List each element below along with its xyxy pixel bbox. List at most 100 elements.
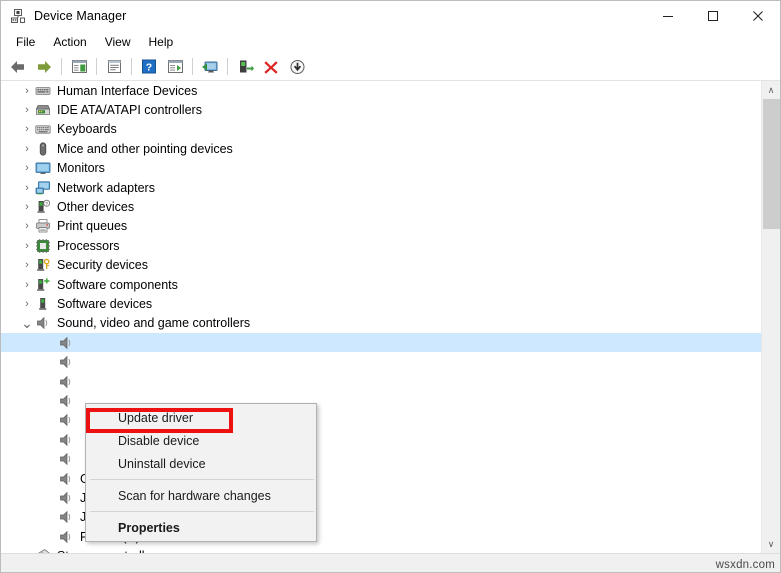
sound-controller-icon xyxy=(35,315,51,331)
console-tree-button[interactable] xyxy=(67,56,91,78)
minimize-button[interactable] xyxy=(645,1,690,31)
window-controls xyxy=(645,1,780,31)
other-device-icon: ? xyxy=(35,199,51,215)
tree-item-label: Security devices xyxy=(57,257,148,273)
tree-item-processors[interactable]: › Processors xyxy=(1,236,761,255)
chevron-right-icon[interactable]: › xyxy=(19,240,35,252)
tree-item-label: Network adapters xyxy=(57,180,155,196)
vertical-scrollbar[interactable]: ∧ ∨ xyxy=(761,81,780,553)
tree-item-monitors[interactable]: › Monitors xyxy=(1,159,761,178)
enable-device-button[interactable] xyxy=(233,56,257,78)
tree-item-label: Software devices xyxy=(57,296,152,312)
properties-button[interactable] xyxy=(102,56,126,78)
tree-item-sound-video-and-game-controllers[interactable]: ⌄ Sound, video and game controllers xyxy=(1,314,761,333)
scroll-up-arrow-icon[interactable]: ∧ xyxy=(762,81,780,99)
hid-icon xyxy=(35,83,51,99)
update-driver-toolbar-button[interactable] xyxy=(163,56,187,78)
chevron-right-icon[interactable]: › xyxy=(19,220,35,232)
tree-item-security-devices[interactable]: › Security devices xyxy=(1,256,761,275)
ctx-properties[interactable]: Properties xyxy=(86,516,316,539)
menu-file[interactable]: File xyxy=(7,33,44,51)
uninstall-device-button[interactable] xyxy=(259,56,283,78)
tree-item-ide-ata-atapi-controllers[interactable]: › IDE ATA/ATAPI controllers xyxy=(1,100,761,119)
ctx-disable-device[interactable]: Disable device xyxy=(86,429,316,452)
printer-icon xyxy=(35,218,51,234)
tree-item-mice-and-other-pointing-devices[interactable]: › Mice and other pointing devices xyxy=(1,139,761,158)
context-menu-separator xyxy=(90,511,314,512)
toolbar-separator xyxy=(131,58,132,75)
watermark: wsxdn.com xyxy=(716,559,775,571)
chevron-right-icon[interactable]: › xyxy=(19,182,35,194)
tree-item-label: Print queues xyxy=(57,218,127,234)
tree-item-label: Other devices xyxy=(57,199,134,215)
forward-button[interactable] xyxy=(32,56,56,78)
device-tree-content: › Human Interface Devices › xyxy=(1,81,780,553)
tree-item-label: Processors xyxy=(57,238,120,254)
speaker-icon xyxy=(58,451,74,467)
speaker-icon xyxy=(58,490,74,506)
menu-view[interactable]: View xyxy=(96,33,140,51)
chevron-right-icon[interactable]: › xyxy=(19,85,35,97)
menu-action[interactable]: Action xyxy=(44,33,95,51)
speaker-icon xyxy=(58,529,74,545)
tree-child-row[interactable] xyxy=(1,372,761,391)
speaker-icon xyxy=(58,509,74,525)
speaker-icon xyxy=(58,432,74,448)
tree-item-storage-controllers[interactable]: › Storage controllers xyxy=(1,546,761,553)
speaker-icon xyxy=(58,374,74,390)
maximize-button[interactable] xyxy=(690,1,735,31)
ctx-uninstall-device[interactable]: Uninstall device xyxy=(86,452,316,475)
chevron-right-icon[interactable]: › xyxy=(19,259,35,271)
help-button[interactable]: ? xyxy=(137,56,161,78)
scroll-down-arrow-icon[interactable]: ∨ xyxy=(762,535,780,553)
tree-item-label: Human Interface Devices xyxy=(57,83,197,99)
context-menu: Update driver Disable device Uninstall d… xyxy=(85,403,317,542)
tree-item-keyboards[interactable]: › Keyboards xyxy=(1,120,761,139)
chevron-right-icon[interactable]: › xyxy=(19,279,35,291)
close-button[interactable] xyxy=(735,1,780,31)
menu-help[interactable]: Help xyxy=(140,33,183,51)
chevron-right-icon[interactable]: › xyxy=(19,298,35,310)
context-menu-separator xyxy=(90,479,314,480)
tree-item-label: Sound, video and game controllers xyxy=(57,315,250,331)
chevron-right-icon[interactable]: › xyxy=(19,201,35,213)
ide-controller-icon xyxy=(35,102,51,118)
tree-item-label: Keyboards xyxy=(57,121,117,137)
chevron-right-icon[interactable]: › xyxy=(19,104,35,116)
tree-item-label: Monitors xyxy=(57,160,105,176)
scan-for-hardware-changes-button[interactable] xyxy=(198,56,222,78)
svg-text:?: ? xyxy=(146,61,152,73)
vertical-scroll-thumb[interactable] xyxy=(763,99,780,229)
speaker-icon xyxy=(58,335,74,351)
monitor-icon xyxy=(35,160,51,176)
disable-device-button[interactable] xyxy=(285,56,309,78)
toolbar-separator xyxy=(96,58,97,75)
tree-item-human-interface-devices[interactable]: › Human Interface Devices xyxy=(1,81,761,100)
tree-child-row[interactable] xyxy=(1,352,761,371)
mouse-icon xyxy=(35,141,51,157)
keyboard-icon xyxy=(35,121,51,137)
back-button[interactable] xyxy=(6,56,30,78)
tree-child-row[interactable] xyxy=(1,333,761,352)
ctx-scan-hardware-changes[interactable]: Scan for hardware changes xyxy=(86,484,316,507)
chevron-right-icon[interactable]: › xyxy=(19,143,35,155)
chevron-right-icon[interactable]: › xyxy=(19,162,35,174)
speaker-icon xyxy=(58,412,74,428)
tree-item-software-devices[interactable]: › Software devices xyxy=(1,294,761,313)
title-bar: Device Manager xyxy=(1,1,780,31)
chevron-right-icon[interactable]: › xyxy=(19,123,35,135)
tree-item-print-queues[interactable]: › Print queues xyxy=(1,217,761,236)
processor-icon xyxy=(35,238,51,254)
speaker-icon xyxy=(58,393,74,409)
ctx-update-driver[interactable]: Update driver xyxy=(86,406,316,429)
software-device-icon xyxy=(35,296,51,312)
tree-item-network-adapters[interactable]: › Network adapters xyxy=(1,178,761,197)
tree-item-software-components[interactable]: › Software components xyxy=(1,275,761,294)
toolbar-separator xyxy=(192,58,193,75)
chevron-down-icon[interactable]: ⌄ xyxy=(19,315,35,332)
toolbar-separator xyxy=(227,58,228,75)
tree-item-label: Software components xyxy=(57,277,178,293)
speaker-icon xyxy=(58,354,74,370)
tree-item-other-devices[interactable]: › ? Other devices xyxy=(1,197,761,216)
tree-item-label: IDE ATA/ATAPI controllers xyxy=(57,102,202,118)
